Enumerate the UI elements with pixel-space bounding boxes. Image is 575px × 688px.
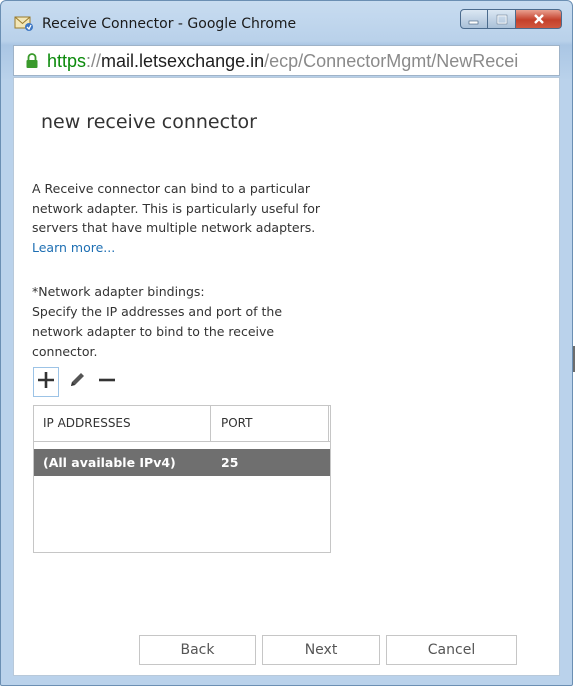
pencil-icon xyxy=(67,370,87,394)
bindings-section-label: *Network adapter bindings: Specify the I… xyxy=(32,282,332,362)
learn-more-link[interactable]: Learn more... xyxy=(32,240,115,255)
maximize-icon xyxy=(496,10,508,29)
grid-header: IP ADDRESSES PORT xyxy=(34,406,330,442)
column-header-ip-addresses[interactable]: IP ADDRESSES xyxy=(34,406,211,441)
url-scheme: https xyxy=(47,51,87,71)
lock-icon xyxy=(25,53,39,69)
browser-popup-window: Receive Connector - Google Chrome https:… xyxy=(0,0,573,686)
table-row[interactable]: (All available IPv4) 25 xyxy=(34,449,330,476)
back-button[interactable]: Back xyxy=(139,635,256,665)
url-text: https://mail.letsexchange.in/ecp/Connect… xyxy=(47,51,518,72)
bindings-label: *Network adapter bindings: xyxy=(32,284,205,299)
minus-icon xyxy=(97,370,117,394)
address-bar[interactable]: https://mail.letsexchange.in/ecp/Connect… xyxy=(13,45,560,76)
page-title: new receive connector xyxy=(41,111,257,133)
window-controls xyxy=(460,9,562,31)
minimize-button[interactable] xyxy=(460,9,488,29)
description: A Receive connector can bind to a partic… xyxy=(32,179,332,257)
cancel-button[interactable]: Cancel xyxy=(386,635,517,665)
add-icon xyxy=(36,370,56,394)
maximize-button[interactable] xyxy=(488,9,516,29)
minimize-icon xyxy=(468,10,480,29)
cell-ip-address: (All available IPv4) xyxy=(43,455,176,470)
column-header-port[interactable]: PORT xyxy=(211,406,329,441)
edit-binding-button[interactable] xyxy=(65,367,89,397)
bindings-grid: IP ADDRESSES PORT (All available IPv4) 2… xyxy=(33,405,331,553)
bindings-help-text: Specify the IP addresses and port of the… xyxy=(32,304,283,359)
next-button[interactable]: Next xyxy=(262,635,380,665)
close-icon xyxy=(532,10,546,29)
window-title: Receive Connector - Google Chrome xyxy=(42,16,297,32)
url-host: mail.letsexchange.in xyxy=(101,51,265,71)
remove-binding-button[interactable] xyxy=(95,367,119,397)
bindings-toolbar xyxy=(33,365,125,399)
url-path: /ecp/ConnectorMgmt/NewRecei xyxy=(264,51,519,71)
description-text: A Receive connector can bind to a partic… xyxy=(32,181,321,235)
title-bar[interactable]: Receive Connector - Google Chrome xyxy=(1,1,574,45)
add-binding-button[interactable] xyxy=(33,367,59,397)
url-separator: :// xyxy=(86,51,102,71)
close-button[interactable] xyxy=(516,9,562,29)
cell-port: 25 xyxy=(221,455,239,470)
dialog-content: new receive connector A Receive connecto… xyxy=(13,77,560,676)
envelope-icon xyxy=(14,15,34,31)
